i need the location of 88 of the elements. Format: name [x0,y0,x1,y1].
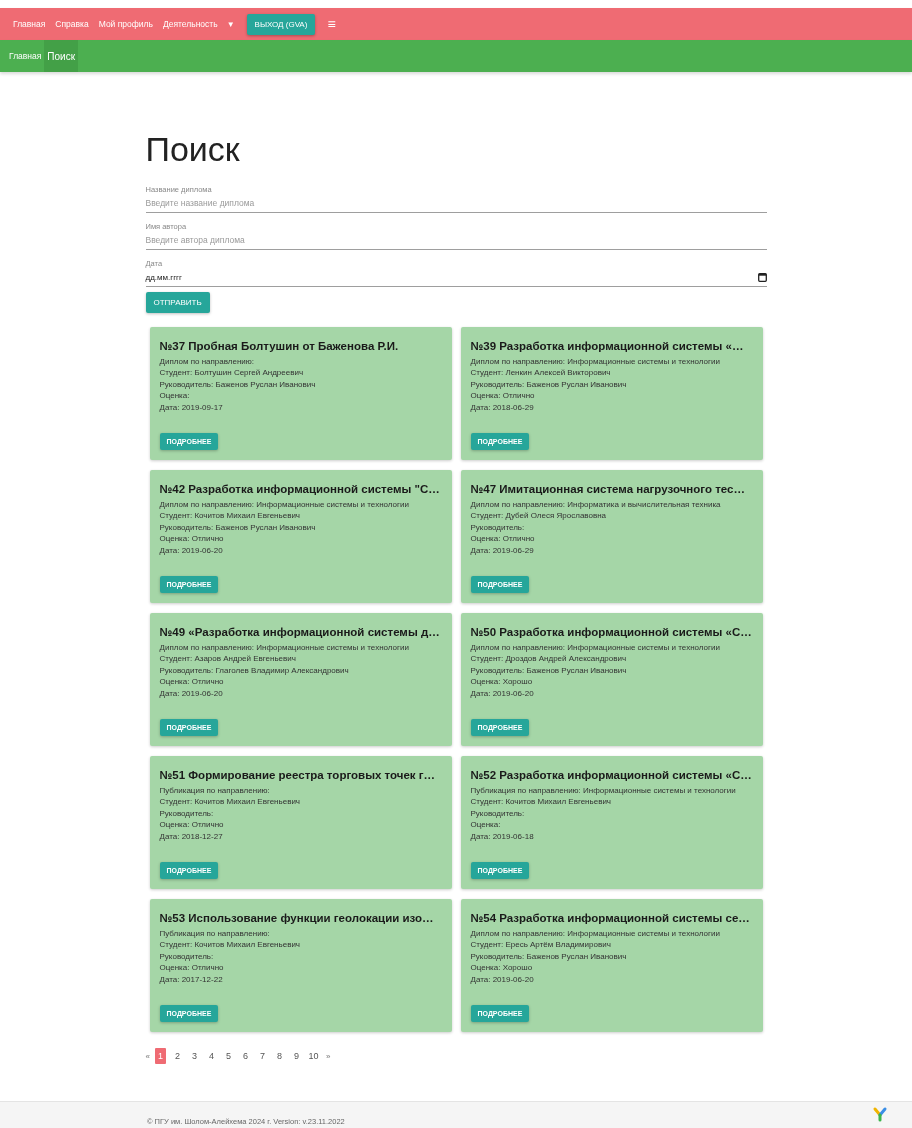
card-detail: Руководитель: Баженов Руслан Иванович [470,664,627,677]
card-detail: Руководитель: [470,521,525,534]
card-title: №52 Разработка информационной системы «С… [470,769,752,781]
page-link[interactable]: 4 [202,1048,220,1064]
page-title: Поиск [145,130,241,169]
nav-link[interactable]: Деятельность [157,19,223,29]
card-detail: Дата: 2019-06-20 [470,973,534,986]
page-link[interactable]: 8 [270,1048,288,1064]
caret-icon[interactable]: ▼ [226,19,235,29]
card-detail: Оценка: [470,819,501,831]
card-detail: Студент: Ересь Артём Владимирович [470,939,611,951]
card-title: №53 Использование функции геолокации изо… [159,912,434,924]
card-detail: Диплом по направлению: [159,356,255,368]
card-detail: Оценка: Хорошо [470,676,533,688]
card-detail: Руководитель: [159,807,214,820]
card-detail: Публикация по направлению: Информационные системы и технологии [470,785,736,797]
input-field[interactable]: Введите название диплома [145,194,767,213]
card-title: №42 Разработка информационной системы "С… [159,483,440,495]
page-link[interactable]: 2 [168,1048,186,1064]
card-detail: Дата: 2018-06-29 [470,401,534,414]
page-link[interactable]: 10 [304,1048,322,1064]
card-detail: Диплом по направлению: Информационные системы и технологии [470,642,720,654]
card-detail: Руководитель: [470,807,525,820]
page-link[interactable]: 7 [253,1048,271,1064]
card-detail: Оценка: Отлично [159,819,224,831]
card-title: №49 «Разработка информационной системы д… [159,626,440,638]
card-detail: Дата: 2018-12-27 [159,830,223,843]
card-detail: Публикация по направлению: [159,928,270,940]
card-detail: Оценка: Отлично [470,533,535,545]
card-title: №50 Разработка информационной системы «С… [470,626,752,638]
card-detail: Оценка: Отлично [470,390,535,402]
card-detail: Дата: 2019-06-29 [470,544,534,557]
card-detail: Руководитель: Баженов Руслан Иванович [159,378,316,391]
page-link[interactable]: 3 [185,1048,203,1064]
leaf-logo-icon [872,1106,888,1122]
card-detail: Дата: 2019-09-17 [159,401,223,414]
card-detail: Оценка: Отлично [159,533,224,545]
card-detail: Диплом по направлению: Информатика и вычислительная техника [470,499,721,511]
card-detail: Дата: 2019-06-20 [470,687,534,700]
nav-link[interactable]: Мой профиль [93,19,158,29]
card-detail: Руководитель: [159,950,214,963]
card-detail: Диплом по направлению: Информационные системы и технологии [470,356,720,368]
card-detail: Студент: Дубей Олеся Ярославовна [470,510,607,522]
card-detail: Студент: Дроздов Андрей Александрович [470,653,627,665]
logout-button[interactable]: ВЫХОД (GVA) [246,13,316,35]
card-detail: Оценка: [159,390,190,402]
card-title: №47 Имитационная система нагрузочного тес… [470,483,745,495]
nav-link[interactable]: Справка [50,19,94,29]
previous-page-link[interactable]: « [145,1051,155,1061]
card-detail: Дата: 2019-06-18 [470,830,534,843]
card-detail: Публикация по направлению: [159,785,270,797]
card-detail: Диплом по направлению: Информационные системы и технологии [159,642,409,654]
card-detail: Руководитель: Баженов Руслан Иванович [470,950,627,963]
card-detail: Дата: 2019-06-20 [159,544,223,557]
card-title: №51 Формирование реестра торговых точек г… [159,769,436,781]
card-detail: Диплом по направлению: Информационные системы и технологии [470,928,720,940]
card-detail: Руководитель: Баженов Руслан Иванович [470,378,627,391]
card-detail: Студент: Болтушин Сергей Андреевич [159,367,304,379]
card-detail: Студент: Кочитов Михаил Евгеньевич [159,510,301,522]
card-detail: Оценка: Хорошо [470,962,533,974]
card-title: №39 Разработка информационной системы «… [470,340,744,352]
card-detail: Руководитель: Баженов Руслан Иванович [159,521,316,534]
nav-link[interactable]: Главная [8,19,51,29]
breadcrumb-link[interactable]: Поиск [44,40,79,72]
card-detail: Оценка: Отлично [159,962,224,974]
card-detail: Диплом по направлению: Информационные системы и технологии [159,499,409,511]
card-detail: Руководитель: Глаголев Владимир Александрович [159,664,349,677]
submit-button[interactable]: ОТПРАВИТЬ [145,292,210,313]
card-detail: Студент: Кочитов Михаил Евгеньевич [470,796,612,808]
page-link[interactable]: 9 [287,1048,305,1064]
card-detail: Студент: Азаров Андрей Евгеньевич [159,653,296,665]
card-detail: Студент: Кочитов Михаил Евгеньевич [159,796,301,808]
card-title: №37 Пробная Болтушин от Баженова Р.И. [159,340,399,352]
page-link[interactable]: 6 [236,1048,254,1064]
card-title: №54 Разработка информационной системы се… [470,912,750,924]
breadcrumb-link[interactable]: Главная [6,40,45,72]
card-detail: Студент: Ленкин Алексей Викторович [470,367,611,379]
input-field[interactable]: Введите автора диплома [145,231,767,250]
card-detail: Оценка: Отлично [159,676,224,688]
date-field[interactable]: дд.мм.гггг [145,268,767,287]
calendar-icon[interactable] [757,272,767,282]
card-detail: Студент: Кочитов Михаил Евгеньевич [159,939,301,951]
next-page-link[interactable]: » [321,1051,336,1061]
page-link[interactable]: 5 [219,1048,237,1064]
card-detail: Дата: 2017-12-22 [159,973,223,986]
page-link[interactable]: 1 [154,1048,166,1064]
menu-icon[interactable]: ≡ [327,16,336,32]
card-detail: Дата: 2019-06-20 [159,687,223,700]
